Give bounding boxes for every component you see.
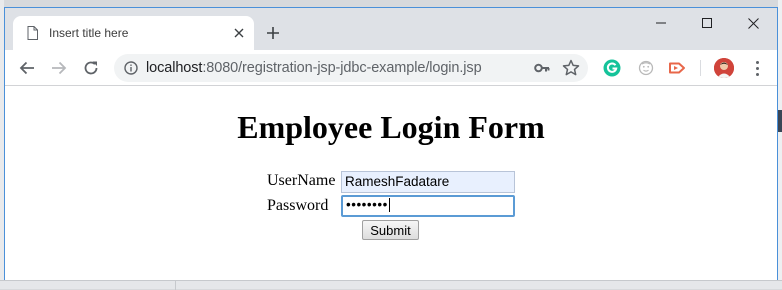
username-input[interactable]: RameshFadatare	[341, 171, 515, 193]
close-window-button[interactable]	[730, 8, 776, 38]
key-icon[interactable]	[534, 61, 550, 75]
forward-button[interactable]	[47, 56, 71, 80]
url-text: localhost:8080/registration-jsp-jdbc-exa…	[146, 60, 482, 76]
minimize-icon	[656, 22, 666, 24]
info-icon[interactable]	[124, 61, 138, 75]
username-label: UserName	[267, 172, 336, 189]
url-path: :8080/registration-jsp-jdbc-example/logi…	[202, 60, 482, 76]
star-icon[interactable]	[562, 59, 580, 77]
more-vertical-icon[interactable]	[747, 58, 767, 78]
toolbar-separator	[700, 60, 701, 76]
maximize-icon	[702, 18, 712, 28]
document-icon	[27, 26, 38, 40]
face-icon[interactable]	[637, 59, 655, 77]
tab-title: Insert title here	[49, 26, 129, 40]
background-app-top	[4, 0, 26, 13]
text-caret	[388, 198, 390, 213]
arrow-left-icon	[19, 61, 34, 75]
new-tab-button[interactable]	[263, 23, 283, 43]
page-content: Employee Login Form UserName RameshFadat…	[5, 87, 777, 280]
page-title: Employee Login Form	[237, 109, 545, 145]
profile-picture	[714, 58, 734, 78]
password-label: Password	[267, 197, 329, 214]
tab-close-button[interactable]	[230, 24, 248, 42]
close-icon	[747, 17, 759, 29]
url-host: localhost	[146, 60, 203, 76]
reload-icon	[84, 61, 98, 75]
tag-icon[interactable]	[668, 59, 686, 77]
avatar[interactable]	[714, 58, 734, 78]
password-mask: ••••••••	[346, 197, 388, 212]
browser-window: Insert title here localhost:8080/registr…	[4, 7, 778, 280]
grammarly-icon[interactable]	[603, 59, 621, 77]
minimize-button[interactable]	[638, 8, 684, 38]
close-icon	[234, 28, 244, 38]
reload-button[interactable]	[79, 56, 103, 80]
back-button[interactable]	[15, 56, 39, 80]
address-bar[interactable]: localhost:8080/registration-jsp-jdbc-exa…	[114, 54, 588, 82]
maximize-button[interactable]	[684, 8, 730, 38]
browser-toolbar: localhost:8080/registration-jsp-jdbc-exa…	[5, 50, 777, 86]
plus-icon	[267, 27, 279, 39]
background-app-right	[778, 0, 782, 289]
background-app-right-panel	[778, 110, 782, 132]
submit-button[interactable]: Submit	[362, 220, 419, 240]
background-app-bottom	[0, 280, 782, 290]
arrow-right-icon	[52, 61, 67, 75]
tab-strip: Insert title here	[5, 8, 777, 50]
password-input[interactable]: ••••••••	[341, 195, 515, 217]
tab-active[interactable]: Insert title here	[13, 16, 254, 50]
